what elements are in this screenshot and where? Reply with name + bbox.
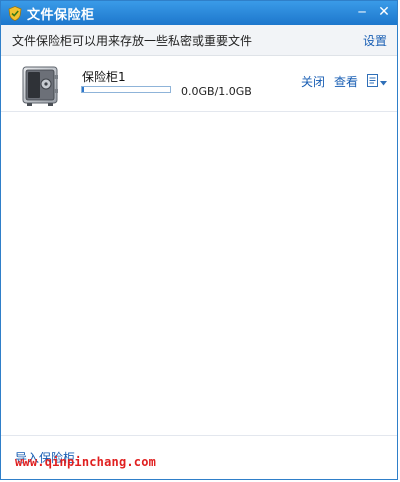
- window-title: 文件保险柜: [27, 7, 95, 23]
- site-watermark: www.qinpinchang.com: [15, 455, 157, 469]
- vault-menu-button[interactable]: [367, 73, 387, 90]
- vault-description: 文件保险柜可以用来存放一些私密或重要文件: [12, 33, 253, 48]
- storage-progress-fill: [82, 87, 84, 92]
- settings-link[interactable]: 设置: [363, 32, 387, 49]
- title-bar[interactable]: 文件保险柜 ─ ✕: [1, 1, 397, 25]
- document-menu-icon: [367, 73, 378, 90]
- vault-list-empty-area: [1, 112, 397, 438]
- chevron-down-icon: [380, 75, 387, 89]
- file-vault-window: 文件保险柜 ─ ✕ 文件保险柜可以用来存放一些私密或重要文件 设置 保险柜1 0…: [0, 0, 398, 480]
- safe-icon: [18, 61, 64, 107]
- close-vault-link[interactable]: 关闭: [301, 73, 325, 90]
- storage-progress-bar: [81, 86, 171, 93]
- view-vault-link[interactable]: 查看: [334, 73, 358, 90]
- info-bar: 文件保险柜可以用来存放一些私密或重要文件 设置: [1, 25, 397, 56]
- shield-icon: [7, 5, 22, 21]
- vault-list-item[interactable]: 保险柜1 0.0GB/1.0GB 关闭 查看: [1, 56, 397, 112]
- minimize-icon[interactable]: ─: [353, 4, 371, 20]
- footer-bar: 导入保险柜 www.qinpinchang.com: [1, 435, 397, 479]
- vault-name: 保险柜1: [82, 70, 126, 84]
- storage-usage-text: 0.0GB/1.0GB: [181, 85, 252, 98]
- close-icon[interactable]: ✕: [375, 4, 393, 20]
